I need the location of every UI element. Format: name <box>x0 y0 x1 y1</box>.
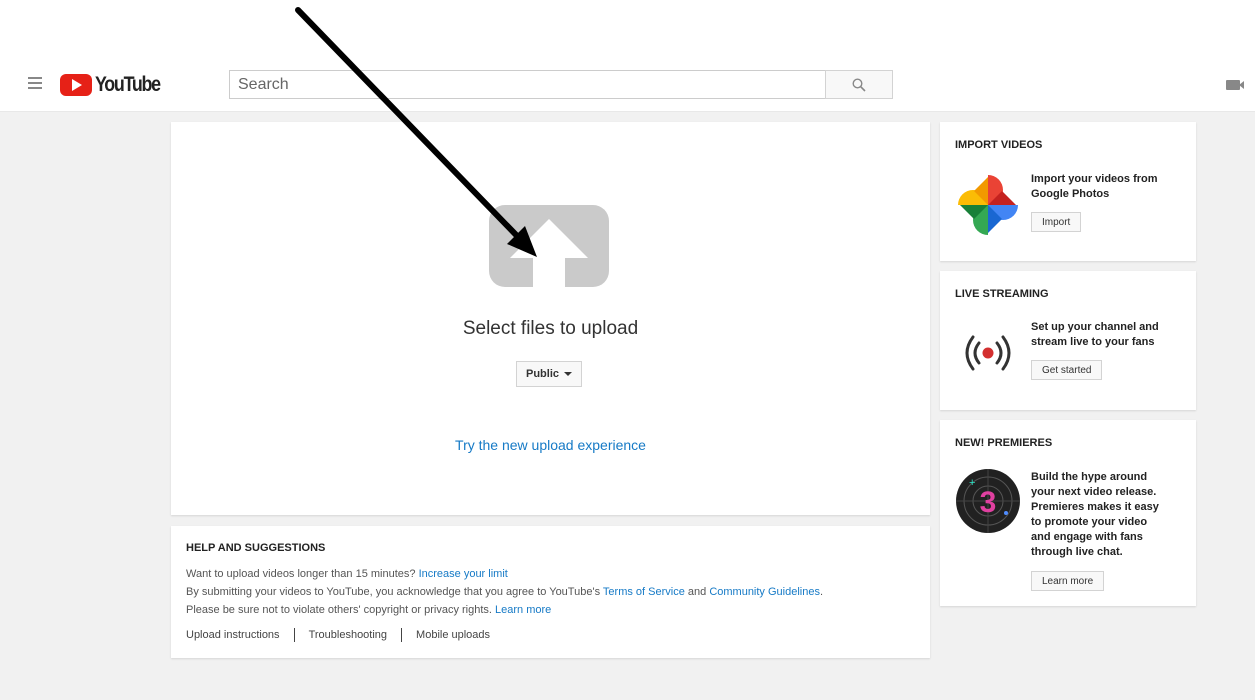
text-line: Build the hype around <box>1031 471 1148 483</box>
increase-limit-link[interactable]: Increase your limit <box>419 568 508 580</box>
text-line: Premieres makes it easy <box>1031 501 1159 513</box>
text-line: your next video release. <box>1031 486 1157 498</box>
troubleshooting-link[interactable]: Troubleshooting <box>309 629 387 641</box>
premieres-title: NEW! PREMIERES <box>955 437 1053 449</box>
text-line: Import your videos from <box>1031 173 1158 185</box>
mobile-uploads-link[interactable]: Mobile uploads <box>416 629 490 641</box>
google-photos-icon <box>958 175 1018 235</box>
live-broadcast-icon <box>965 335 1011 371</box>
terms-of-service-link[interactable]: Terms of Service <box>603 586 685 598</box>
text-line: and engage with fans <box>1031 531 1143 543</box>
help-line-limit: Want to upload videos longer than 15 min… <box>186 568 508 580</box>
search-input[interactable] <box>229 70 826 99</box>
help-text: . <box>819 586 824 598</box>
premieres-card: NEW! PREMIERES 3 + Build the hype around… <box>940 420 1196 606</box>
help-text: and <box>684 586 710 598</box>
community-guidelines-link[interactable]: Community Guidelines <box>709 586 820 598</box>
upload-card: Select files to upload Public Try the ne… <box>171 122 930 515</box>
help-links: Upload instructions Troubleshooting Mobi… <box>186 628 490 642</box>
premiere-countdown-icon: 3 + <box>956 469 1020 533</box>
learn-more-button[interactable]: Learn more <box>1031 571 1105 591</box>
privacy-label: Public <box>525 368 559 380</box>
upload-title[interactable]: Select files to upload <box>171 318 930 340</box>
live-streaming-title: LIVE STREAMING <box>955 288 1049 300</box>
svg-text:+: + <box>969 477 975 489</box>
text-line: Set up your channel and <box>1031 321 1159 333</box>
divider <box>293 628 295 642</box>
help-text: Please be sure not to violate others' co… <box>186 604 496 616</box>
create-video-icon[interactable] <box>1226 80 1244 90</box>
help-card: HELP AND SUGGESTIONS Want to upload vide… <box>171 526 930 658</box>
menu-icon[interactable] <box>28 77 42 91</box>
help-text: By submitting your videos to YouTube, yo… <box>186 586 603 598</box>
premiere-number: 3 <box>980 486 997 519</box>
privacy-dropdown[interactable]: Public <box>516 361 582 387</box>
text-line: stream live to your fans <box>1031 336 1155 348</box>
premieres-text: Build the hype around your next video re… <box>1031 470 1159 560</box>
learn-more-copyright-link[interactable]: Learn more <box>495 604 551 616</box>
logo-text: YouTube <box>95 73 161 96</box>
search-icon <box>852 77 866 92</box>
live-streaming-text: Set up your channel and stream live to y… <box>1031 320 1159 350</box>
search-button[interactable] <box>825 70 893 99</box>
import-videos-title: IMPORT VIDEOS <box>955 139 1043 151</box>
masthead: YouTube <box>0 60 1255 112</box>
import-videos-text: Import your videos from Google Photos <box>1031 172 1158 202</box>
help-title: HELP AND SUGGESTIONS <box>186 542 326 554</box>
import-button[interactable]: Import <box>1031 212 1082 232</box>
help-line-terms: By submitting your videos to YouTube, yo… <box>186 586 823 598</box>
page-content: Select files to upload Public Try the ne… <box>0 112 1255 700</box>
youtube-logo[interactable]: YouTube <box>60 71 171 99</box>
upload-instructions-link[interactable]: Upload instructions <box>186 629 280 641</box>
get-started-button[interactable]: Get started <box>1031 360 1103 380</box>
caret-down-icon <box>564 372 572 376</box>
text-line: to promote your video <box>1031 516 1148 528</box>
divider <box>401 628 403 642</box>
text-line: through live chat. <box>1031 546 1123 558</box>
try-new-upload-link[interactable]: Try the new upload experience <box>171 437 930 453</box>
help-text: Want to upload videos longer than 15 min… <box>186 568 419 580</box>
help-line-copyright: Please be sure not to violate others' co… <box>186 604 551 616</box>
text-line: Google Photos <box>1031 188 1110 200</box>
live-streaming-card: LIVE STREAMING Set up your channel and s… <box>940 271 1196 410</box>
import-videos-card: IMPORT VIDEOS Import your videos from Go… <box>940 122 1196 261</box>
youtube-play-icon <box>60 74 92 96</box>
upload-icon[interactable] <box>489 205 609 287</box>
